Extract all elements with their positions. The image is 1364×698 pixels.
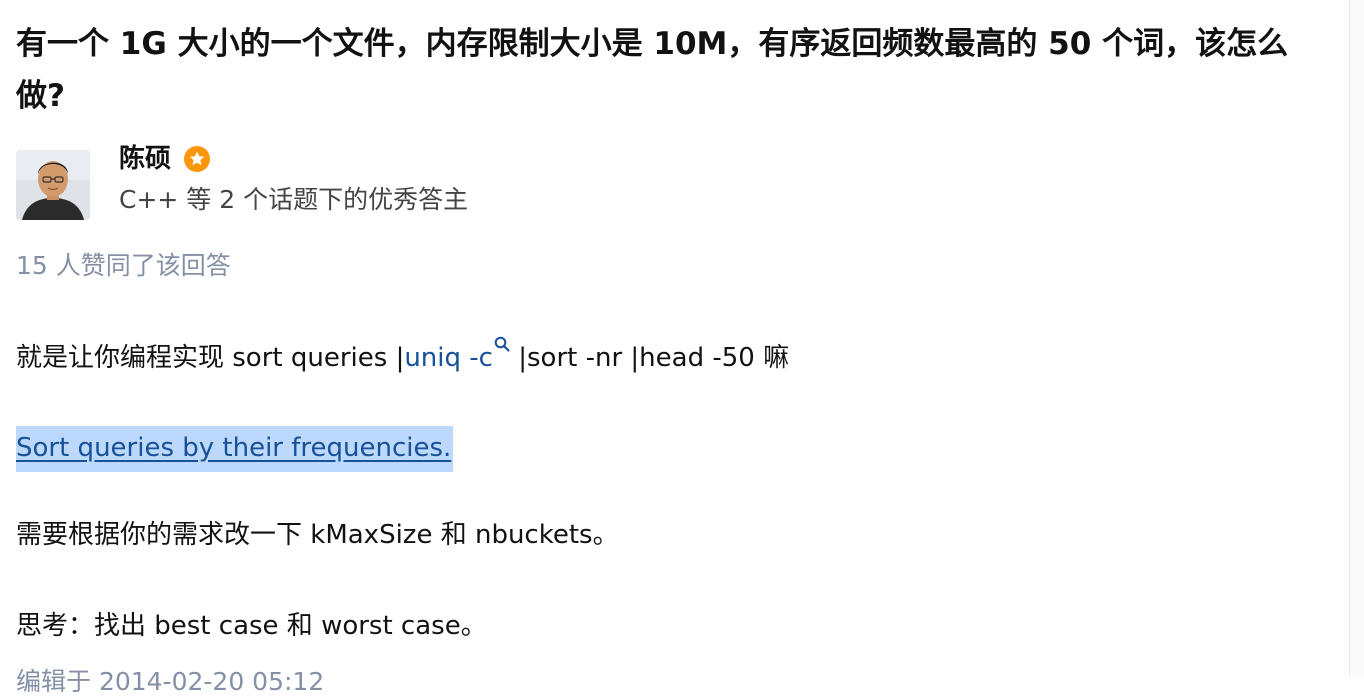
- vote-count: 15 人赞同了该回答: [16, 251, 231, 280]
- external-link[interactable]: Sort queries by their frequencies.: [16, 426, 454, 472]
- avatar-image: [16, 150, 90, 220]
- author-headline[interactable]: C++ 等 2 个话题下的优秀答主: [119, 184, 468, 216]
- paragraph-1-suffix: |sort -nr |head -50 嘛: [509, 343, 790, 373]
- paragraph-1-prefix: 就是让你编程实现 sort queries |: [16, 343, 405, 373]
- answer-paragraph-4: 思考：找出 best case 和 worst case。: [16, 611, 487, 641]
- answer-paragraph-3: 需要根据你的需求改一下 kMaxSize 和 nbuckets。: [16, 520, 619, 550]
- author-avatar[interactable]: [16, 150, 90, 220]
- question-title[interactable]: 有一个 1G 大小的一个文件，内存限制大小是 10M，有序返回频数最高的 50 …: [16, 18, 1296, 122]
- search-term-text: uniq -c: [404, 343, 493, 373]
- page-scrollbar[interactable]: [1349, 0, 1364, 678]
- author-name[interactable]: 陈硕: [119, 144, 171, 174]
- answer-paragraph-2: Sort queries by their frequencies.: [16, 426, 454, 472]
- author-info: 陈硕 C++ 等 2 个话题下的优秀答主: [16, 144, 716, 220]
- edited-timestamp[interactable]: 编辑于 2014-02-20 05:12: [16, 666, 324, 698]
- search-icon: [494, 336, 510, 352]
- search-term-link[interactable]: uniq -c: [404, 336, 510, 373]
- author-name-row: 陈硕: [119, 144, 211, 174]
- answer-paragraph-1: 就是让你编程实现 sort queries |uniq -c |sort -nr…: [16, 336, 789, 376]
- excellent-answerer-badge-icon[interactable]: [183, 145, 211, 173]
